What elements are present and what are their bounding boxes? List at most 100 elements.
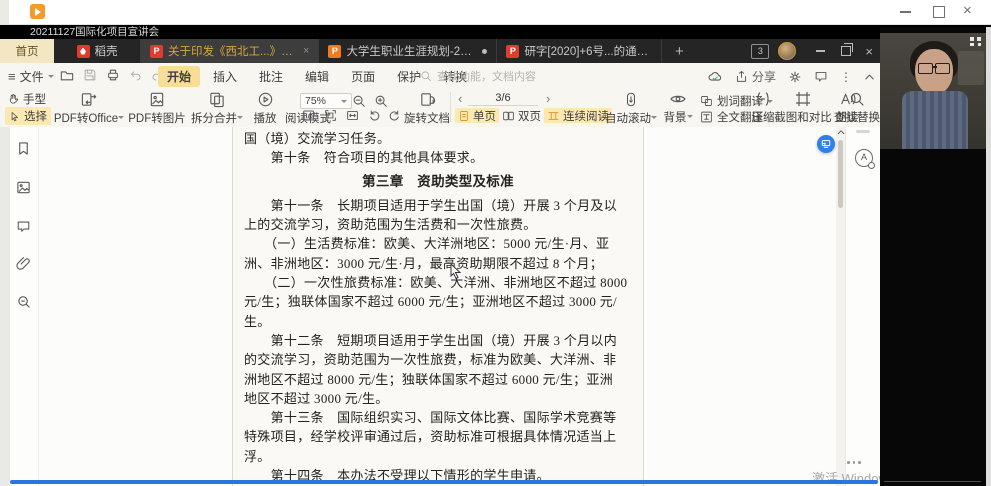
ribbon-right-tools: 分享 ⋮ — [707, 68, 875, 85]
app-close-button[interactable]: × — [865, 44, 873, 59]
screenshot-compare-icon — [795, 91, 811, 107]
document-tab-label: 研字[2020]+6号...的通知(签章).pdf — [524, 43, 652, 59]
chevron-down-icon — [48, 75, 54, 81]
new-tab-button[interactable]: + — [662, 39, 696, 63]
word-lookup-icon[interactable]: A — [855, 149, 873, 167]
window-count-badge[interactable]: 3 — [751, 44, 769, 59]
scroll-up-icon[interactable] — [837, 129, 845, 135]
pdf-page[interactable]: 国（境）交流学习任务。 第十条 符合项目的其他具体要求。第三章 资助类型及标准 … — [232, 127, 644, 486]
single-page-icon — [458, 110, 470, 122]
screenshot-compare-button[interactable]: 截图和对比 — [772, 91, 834, 125]
document-tab[interactable]: 研字[2020]+6号...的通知(签章).pdf — [497, 39, 662, 63]
single-page-button[interactable]: 单页 — [455, 108, 499, 123]
fit-width-icon[interactable] — [346, 109, 359, 122]
thumbnail-icon[interactable] — [16, 180, 31, 195]
os-minimize-button[interactable] — [900, 11, 911, 13]
next-page-button[interactable]: › — [546, 91, 550, 106]
attachment-icon[interactable] — [16, 256, 31, 271]
document-tab-label: 大学生职业生涯规划-2021春季学期 — [346, 43, 474, 59]
share-label: 分享 — [752, 68, 776, 85]
file-menu[interactable]: ≡ 文件 — [8, 68, 54, 85]
gear-icon[interactable] — [788, 70, 802, 84]
open-folder-icon[interactable] — [60, 68, 74, 82]
fit-page-icon[interactable] — [324, 109, 337, 122]
user-avatar[interactable] — [778, 42, 796, 60]
tab-close-icon[interactable]: × — [303, 45, 309, 57]
ribbon-tab[interactable]: 插入 — [204, 66, 246, 87]
more-menu-icon[interactable]: ⋮ — [840, 70, 852, 84]
page-indicator[interactable]: 3/6 — [468, 92, 538, 106]
hand-tool[interactable]: 手型 — [7, 91, 46, 107]
find-replace-icon — [849, 91, 865, 107]
outer-scroll-strip[interactable] — [986, 27, 991, 486]
document-line: 第十二条 短期项目适用于学生出国（境）开展 3 个月以内 — [244, 331, 632, 350]
tab-modified-dot — [482, 49, 487, 54]
ribbon-tab[interactable]: 页面 — [342, 66, 384, 87]
share-button[interactable]: 分享 — [735, 68, 776, 85]
collapse-ribbon-icon[interactable] — [864, 73, 875, 81]
ribbon-tab[interactable]: 批注 — [250, 66, 292, 87]
window-titlebar: 20211127国际化项目宣讲会 — [0, 25, 991, 39]
wps-service-float-button[interactable] — [817, 135, 835, 153]
continuous-read-button[interactable]: 连续阅读 — [544, 108, 612, 123]
rotate-doc-icon — [419, 91, 436, 108]
document-line: 国（境）交流学习任务。 — [244, 129, 632, 148]
undo-icon[interactable] — [129, 69, 142, 82]
background-button[interactable]: 背景 — [658, 91, 698, 125]
auto-scroll-label: 自动滚动 — [605, 113, 651, 125]
document-tab-label: 关于印发《西北工...》的通知.pdf — [168, 43, 296, 59]
meeting-video-panel[interactable] — [880, 27, 986, 486]
zoom-in-icon[interactable] — [374, 94, 388, 108]
pdf-to-office-button[interactable]: PDF转Office — [52, 91, 126, 126]
prev-page-button[interactable]: ‹ — [458, 91, 462, 106]
document-scrollbar[interactable] — [836, 127, 845, 486]
document-line: 元/生；独联体国家不超过 6000 元/生；亚洲地区不超过 3000 元/ — [244, 292, 632, 311]
more-dots-icon[interactable] — [847, 461, 865, 465]
comment-panel-icon[interactable] — [16, 219, 31, 233]
bookmark-icon[interactable] — [16, 141, 31, 156]
ribbon-search[interactable]: 查找功能，文档内容 — [420, 68, 536, 84]
left-edge-strip — [0, 127, 10, 486]
ribbon-tab[interactable]: 开始 — [158, 66, 200, 87]
play-label: 播放 — [254, 113, 277, 125]
pdf-to-image-button[interactable]: PDF转图片 — [126, 91, 188, 126]
tab-docer[interactable]: 稻壳 — [54, 39, 141, 63]
video-layout-grid-icon[interactable] — [970, 37, 981, 46]
rotate-left-icon[interactable] — [368, 109, 381, 122]
play-button[interactable]: 播放 — [248, 91, 282, 126]
os-maximize-button[interactable] — [933, 6, 945, 18]
print-icon[interactable] — [106, 68, 120, 82]
panel-handle[interactable] — [856, 130, 870, 133]
comment-icon[interactable] — [814, 70, 828, 83]
ribbon-toolbar: 手型 选择 PDF转Office PDF转图片 拆分合并 播放 阅读模式 — [0, 88, 991, 128]
file-menu-label: 文件 — [20, 68, 44, 85]
document-tab[interactable]: 关于印发《西北工...》的通知.pdf × — [141, 39, 319, 63]
rotate-doc-button[interactable]: 旋转文档 — [400, 91, 454, 126]
zoom-out-icon[interactable] — [352, 94, 366, 108]
pdf-to-office-icon — [80, 91, 98, 108]
tab-home[interactable]: 首页 — [0, 39, 54, 63]
webcam-feed — [880, 33, 986, 149]
app-restore-button[interactable] — [841, 46, 851, 56]
document-tab[interactable]: 大学生职业生涯规划-2021春季学期 — [319, 39, 497, 63]
document-line: 第三章 资助类型及标准 — [244, 172, 632, 191]
app-minimize-button[interactable] — [816, 50, 825, 52]
split-merge-button[interactable]: 拆分合并 — [188, 91, 246, 126]
auto-scroll-button[interactable]: 自动滚动 — [603, 91, 659, 126]
os-close-button[interactable]: × — [963, 2, 972, 19]
os-title-strip: × — [0, 0, 991, 25]
zoom-level-select[interactable]: 75% — [300, 93, 352, 109]
compress-icon — [755, 91, 771, 107]
select-tool[interactable]: 选择 — [5, 107, 51, 125]
save-icon[interactable] — [83, 68, 97, 82]
find-replace-button[interactable]: 查找替换 — [829, 91, 885, 125]
scrollbar-thumb[interactable] — [838, 140, 843, 208]
seal-stamp-icon[interactable] — [16, 294, 31, 309]
ribbon-tab[interactable]: 编辑 — [296, 66, 338, 87]
cloud-sync-icon[interactable] — [707, 70, 723, 84]
double-page-icon — [502, 110, 515, 122]
split-merge-label: 拆分合并 — [191, 113, 237, 125]
screen-record-icon[interactable] — [30, 4, 45, 19]
actual-size-icon[interactable] — [302, 109, 315, 122]
background-label: 背景 — [664, 112, 687, 124]
